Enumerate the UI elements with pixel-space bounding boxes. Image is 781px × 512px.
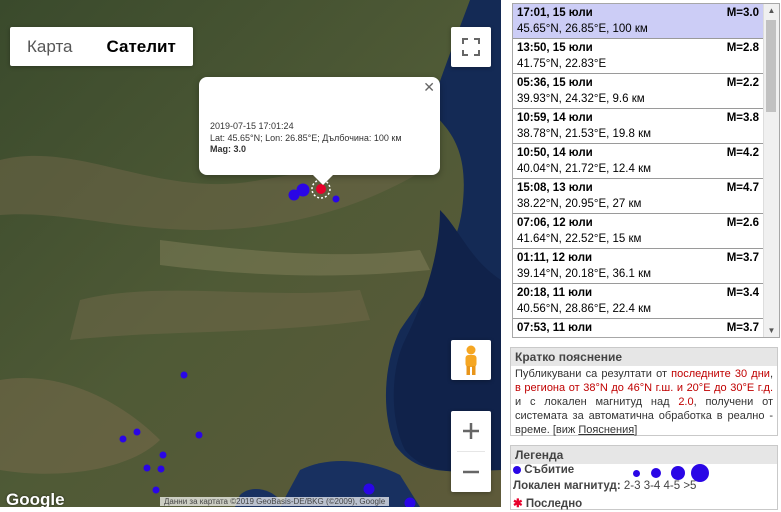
- minus-icon: [463, 470, 479, 474]
- info-magnitude: Mag: 3.0: [210, 144, 247, 154]
- explanations-link[interactable]: Пояснения: [578, 424, 634, 436]
- plus-icon: [463, 423, 479, 439]
- google-logo: Google: [6, 490, 65, 507]
- event-location: 40.04°N, 21.72°E, 12.4 км: [517, 163, 652, 175]
- pegman-icon: [465, 345, 477, 375]
- close-icon[interactable]: ✕: [423, 79, 435, 96]
- event-magnitude: M=2.8: [726, 42, 759, 54]
- event-magnitude: M=3.0: [726, 7, 759, 19]
- event-list-item[interactable]: 07:53, 11 юли M=3.7: [513, 319, 779, 337]
- event-magnitude: M=3.8: [726, 112, 759, 124]
- event-magnitude: M=4.2: [726, 147, 759, 159]
- event-marker[interactable]: [296, 183, 310, 197]
- event-marker[interactable]: [363, 483, 375, 495]
- event-location: 39.93°N, 24.32°E, 9.6 км: [517, 93, 645, 105]
- zoom-out-button[interactable]: [451, 452, 491, 492]
- event-list-item[interactable]: 07:06, 12 юли M=2.6 41.64°N, 22.52°E, 15 к…: [513, 214, 779, 249]
- legend-magnitude-label: Локален магнитуд:: [513, 480, 621, 492]
- event-magnitude: M=3.4: [726, 287, 759, 299]
- event-marker[interactable]: [133, 428, 141, 436]
- scroll-up-icon[interactable]: ▲: [764, 6, 779, 15]
- zoom-in-button[interactable]: [451, 411, 491, 451]
- event-location: 45.65°N, 26.85°E, 100 км: [517, 23, 648, 35]
- legend-panel: Легенда Събитие Локален магнитуд: 2-3 3-…: [510, 445, 778, 510]
- satellite-map[interactable]: Карта Сателит ✕ 2019-07-15 17:01:24 Lat:…: [0, 0, 501, 507]
- map-attribution[interactable]: Данни за картата ©2019 GeoBasis-DE/BKG (…: [160, 497, 390, 506]
- explanation-text: Публикувани са резултати от последните 3…: [515, 368, 773, 436]
- scroll-thumb[interactable]: [766, 20, 776, 112]
- event-magnitude: M=2.6: [726, 217, 759, 229]
- event-marker[interactable]: [404, 497, 416, 508]
- event-marker[interactable]: [159, 451, 167, 459]
- legend-latest-row: ✱ Последно: [511, 496, 777, 512]
- magnitude-dot-icon: [671, 466, 685, 480]
- event-list-item[interactable]: 20:18, 11 юли M=3.4 40.56°N, 28.86°E, 22.4…: [513, 284, 779, 319]
- list-scrollbar[interactable]: ▲ ▼: [763, 4, 779, 337]
- latest-star-icon: ✱: [513, 498, 523, 510]
- event-list-item[interactable]: 10:59, 14 юли M=3.8 38.78°N, 21.53°E, 19.8…: [513, 109, 779, 144]
- legend-heading: Легенда: [511, 446, 777, 464]
- explanation-heading: Кратко пояснение: [511, 348, 777, 366]
- event-magnitude: M=3.7: [726, 322, 759, 334]
- event-location: 38.22°N, 20.95°E, 27 км: [517, 198, 642, 210]
- legend-magnitude-classes: 2-3 3-4 4-5 >5: [623, 480, 697, 492]
- event-list-item[interactable]: 15:08, 13 юли M=4.7 38.22°N, 20.95°E, 27 к…: [513, 179, 779, 214]
- event-marker[interactable]: [143, 464, 151, 472]
- event-list-item[interactable]: 01:11, 12 юли M=3.7 39.14°N, 20.18°E, 36.1…: [513, 249, 779, 284]
- event-time: 05:36, 15 юли: [517, 77, 593, 89]
- event-marker[interactable]: [157, 465, 165, 473]
- event-location: 39.14°N, 20.18°E, 36.1 км: [517, 268, 652, 280]
- event-location: 40.56°N, 28.86°E, 22.4 км: [517, 303, 652, 315]
- magnitude-dot-icon: [633, 469, 640, 477]
- event-marker[interactable]: [195, 431, 203, 439]
- legend-magnitude-row: Локален магнитуд: 2-3 3-4 4-5 >5: [511, 480, 777, 496]
- event-time: 10:50, 14 юли: [517, 147, 593, 159]
- event-time: 20:18, 11 юли: [517, 287, 593, 299]
- event-time: 15:08, 13 юли: [517, 182, 593, 194]
- magnitude-dot-icon: [651, 468, 661, 478]
- event-location: 41.75°N, 22.83°E: [517, 58, 607, 70]
- event-time: 07:53, 11 юли: [517, 322, 593, 334]
- info-timestamp: 2019-07-15 17:01:24: [210, 121, 294, 131]
- event-info-window: ✕ 2019-07-15 17:01:24 Lat: 45.65°N; Lon:…: [199, 77, 440, 185]
- event-marker[interactable]: [180, 371, 188, 379]
- event-list-item[interactable]: 05:36, 15 юли M=2.2 39.93°N, 24.32°E, 9.6 …: [513, 74, 779, 109]
- event-dot-icon: [513, 465, 521, 474]
- zoom-control: [451, 411, 491, 492]
- event-marker[interactable]: [119, 435, 127, 443]
- legend-event-row: Събитие: [511, 464, 777, 482]
- explanation-panel: Кратко пояснение Публикувани са резултат…: [510, 347, 778, 436]
- event-location: 38.78°N, 21.53°E, 19.8 км: [517, 128, 652, 140]
- event-marker[interactable]: [152, 486, 160, 494]
- event-list-item[interactable]: 10:50, 14 юли M=4.2 40.04°N, 21.72°E, 12.4…: [513, 144, 779, 179]
- event-time: 13:50, 15 юли: [517, 42, 593, 54]
- event-time: 10:59, 14 юли: [517, 112, 593, 124]
- event-list-item[interactable]: 13:50, 15 юли M=2.8 41.75°N, 22.83°E: [513, 39, 779, 74]
- legend-event-label: Събитие: [524, 464, 575, 476]
- event-list[interactable]: 17:01, 15 юли M=3.0 45.65°N, 26.85°E, 100 …: [512, 3, 780, 338]
- event-marker[interactable]: [332, 195, 340, 203]
- event-list-item[interactable]: 17:01, 15 юли M=3.0 45.65°N, 26.85°E, 100 …: [513, 4, 779, 39]
- info-details: Lat: 45.65°N; Lon: 26.85°E; Дълбочина: 1…: [210, 132, 402, 143]
- street-view-pegman-button[interactable]: [451, 340, 491, 380]
- event-time: 17:01, 15 юли: [517, 7, 593, 19]
- event-magnitude: M=3.7: [726, 252, 759, 264]
- scroll-down-icon[interactable]: ▼: [764, 326, 779, 335]
- event-time: 01:11, 12 юли: [517, 252, 593, 264]
- event-location: 41.64°N, 22.52°E, 15 км: [517, 233, 642, 245]
- event-time: 07:06, 12 юли: [517, 217, 593, 229]
- event-magnitude: M=2.2: [726, 77, 759, 89]
- legend-latest-label: Последно: [525, 498, 583, 510]
- event-magnitude: M=4.7: [726, 182, 759, 194]
